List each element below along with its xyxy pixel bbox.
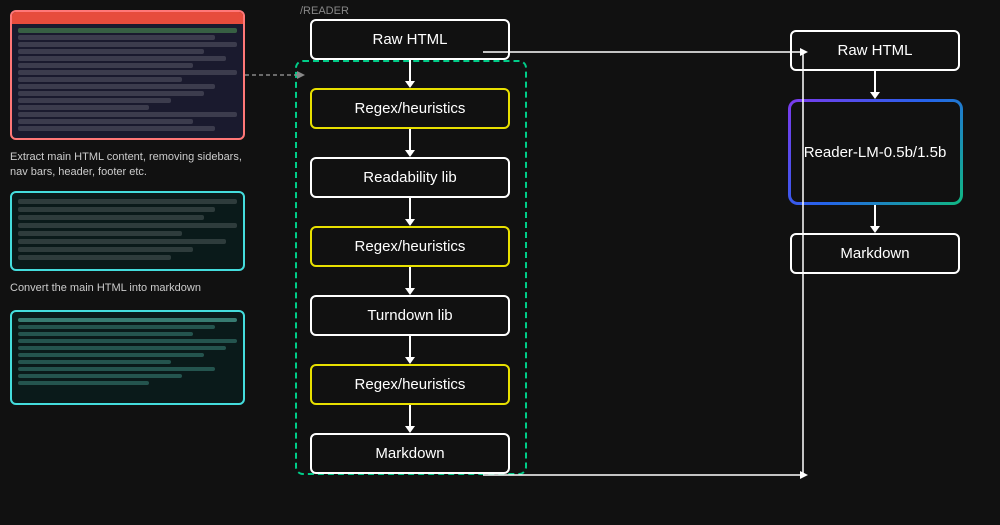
caption-extract: Extract main HTML content, removing side… bbox=[10, 148, 245, 183]
content-line bbox=[18, 28, 237, 33]
left-panel: Extract main HTML content, removing side… bbox=[10, 10, 245, 405]
flow-box-regex-1: Regex/heuristics bbox=[310, 88, 510, 129]
arrow-6 bbox=[405, 405, 415, 433]
content-line bbox=[18, 199, 237, 204]
content-line bbox=[18, 84, 215, 89]
flow-label-reader-lm: Reader-LM-0.5b/1.5b bbox=[804, 144, 947, 161]
code-line bbox=[18, 332, 193, 336]
flow-box-raw-html-2: Raw HTML bbox=[790, 30, 960, 71]
v-arrowhead bbox=[405, 288, 415, 295]
v-line bbox=[874, 205, 876, 226]
flow-label-raw-html-2: Raw HTML bbox=[837, 42, 912, 59]
arrow-1 bbox=[405, 60, 415, 88]
content-line bbox=[18, 126, 215, 131]
flow-box-regex-3: Regex/heuristics bbox=[310, 364, 510, 405]
code-line bbox=[18, 381, 149, 385]
arrow-r2 bbox=[870, 205, 880, 233]
v-line bbox=[409, 198, 411, 219]
content-line bbox=[18, 247, 193, 252]
v-line bbox=[409, 336, 411, 357]
screenshot-markdown bbox=[10, 310, 245, 405]
content-line bbox=[18, 105, 149, 110]
flow-box-markdown-1: Markdown bbox=[310, 433, 510, 474]
code-line bbox=[18, 339, 237, 343]
content-line bbox=[18, 119, 193, 124]
flow-box-raw-html-1: Raw HTML bbox=[310, 19, 510, 60]
content-line bbox=[18, 56, 226, 61]
code-line bbox=[18, 353, 204, 357]
code-line bbox=[18, 360, 171, 364]
arrow-4 bbox=[405, 267, 415, 295]
content-line bbox=[18, 42, 237, 47]
content-line bbox=[18, 215, 204, 220]
v-line bbox=[409, 129, 411, 150]
flow-label-turndown: Turndown lib bbox=[367, 307, 452, 324]
content-line bbox=[18, 223, 237, 228]
flow-box-readability: Readability lib bbox=[310, 157, 510, 198]
reader-label: /READER bbox=[300, 5, 349, 17]
v-line bbox=[409, 60, 411, 81]
caption-convert: Convert the main HTML into markdown bbox=[10, 279, 245, 298]
flow-box-markdown-2: Markdown bbox=[790, 233, 960, 274]
v-arrowhead bbox=[405, 357, 415, 364]
v-line bbox=[874, 71, 876, 92]
code-line bbox=[18, 374, 182, 378]
v-arrowhead bbox=[405, 219, 415, 226]
screenshot-reddit bbox=[10, 10, 245, 140]
content-line bbox=[18, 239, 226, 244]
flow-label-readability: Readability lib bbox=[363, 169, 456, 186]
v-line bbox=[409, 267, 411, 288]
v-arrowhead bbox=[405, 150, 415, 157]
code-line bbox=[18, 325, 215, 329]
flow-label-markdown-2: Markdown bbox=[840, 245, 909, 262]
arrow-r1 bbox=[870, 71, 880, 99]
flow-label-regex-2: Regex/heuristics bbox=[355, 238, 466, 255]
screenshot-cleaned bbox=[10, 191, 245, 271]
canvas: Extract main HTML content, removing side… bbox=[0, 0, 1000, 525]
v-arrowhead bbox=[870, 226, 880, 233]
v-line bbox=[409, 405, 411, 426]
flow-label-regex-3: Regex/heuristics bbox=[355, 376, 466, 393]
reader-lm-wrapper: Reader-LM-0.5b/1.5b bbox=[788, 99, 963, 205]
flow-label-markdown-1: Markdown bbox=[375, 445, 444, 462]
content-line bbox=[18, 98, 171, 103]
content-line bbox=[18, 70, 237, 75]
content-line bbox=[18, 112, 237, 117]
content-line bbox=[18, 35, 215, 40]
arrow-5 bbox=[405, 336, 415, 364]
v-arrowhead bbox=[870, 92, 880, 99]
v-arrowhead bbox=[405, 81, 415, 88]
arrow-2 bbox=[405, 129, 415, 157]
content-line bbox=[18, 49, 204, 54]
v-arrowhead bbox=[405, 426, 415, 433]
right-flow: Raw HTML Reader-LM-0.5b/1.5b Markdown bbox=[780, 30, 970, 274]
code-line bbox=[18, 346, 226, 350]
content-line bbox=[18, 207, 215, 212]
code-line bbox=[18, 318, 237, 322]
reader-lm-box: Reader-LM-0.5b/1.5b bbox=[791, 102, 960, 202]
flow-box-regex-2: Regex/heuristics bbox=[310, 226, 510, 267]
arrow-3 bbox=[405, 198, 415, 226]
content-line bbox=[18, 231, 182, 236]
flow-box-turndown: Turndown lib bbox=[310, 295, 510, 336]
middle-flow: /READER Raw HTML Regex/heuristics Readab… bbox=[280, 5, 540, 520]
flow-label-raw-html-1: Raw HTML bbox=[372, 31, 447, 48]
reddit-header-bar bbox=[12, 12, 243, 24]
content-line bbox=[18, 255, 171, 260]
content-line bbox=[18, 91, 204, 96]
code-line bbox=[18, 367, 215, 371]
content-line bbox=[18, 63, 193, 68]
flow-label-regex-1: Regex/heuristics bbox=[355, 100, 466, 117]
content-line bbox=[18, 77, 182, 82]
